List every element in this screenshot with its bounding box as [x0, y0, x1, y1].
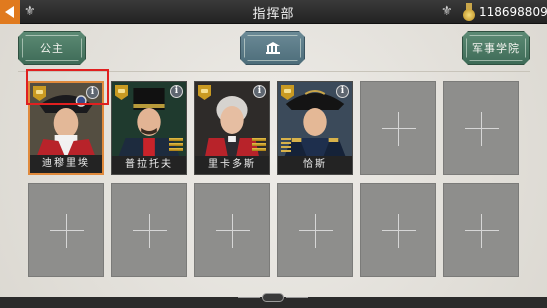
info-icon[interactable]: i — [253, 85, 266, 98]
building-icon — [266, 42, 280, 54]
general-name: 迪穆里埃 — [30, 155, 102, 173]
general-name: 恰斯 — [278, 156, 352, 174]
drawer-handle[interactable] — [237, 291, 309, 303]
currency-display[interactable]: 118698809 — [462, 1, 547, 23]
empty-slot[interactable] — [360, 81, 436, 175]
handle-knob-icon — [262, 292, 284, 302]
empty-slot[interactable] — [277, 183, 353, 277]
general-card-chas[interactable]: i 恰斯 — [277, 81, 353, 175]
insignia-icon — [281, 138, 291, 152]
military-academy-button[interactable]: 军事学院 — [462, 31, 530, 65]
coin-count: 118698809 — [479, 5, 547, 19]
general-name: 里卡多斯 — [195, 156, 269, 174]
empty-slot[interactable] — [194, 183, 270, 277]
medal-icon — [462, 3, 476, 21]
princess-button-label: 公主 — [40, 42, 64, 55]
general-name: 普拉托夫 — [112, 156, 186, 174]
fleur-icon: ⚜ — [24, 4, 36, 19]
headquarters-button[interactable] — [240, 31, 305, 65]
empty-slot[interactable] — [360, 183, 436, 277]
top-bar: ⚜ 指挥部 ⚜ 118698809 — [0, 0, 547, 24]
princess-button[interactable]: 公主 — [18, 31, 86, 65]
general-card-ricardos[interactable]: i 里卡多斯 — [194, 81, 270, 175]
general-card-dumouriez[interactable]: i 迪穆里埃 — [28, 81, 104, 175]
medals-icon — [252, 138, 266, 154]
empty-slot[interactable] — [443, 81, 519, 175]
back-arrow-icon[interactable] — [0, 0, 20, 24]
medals-icon — [169, 138, 183, 154]
info-icon[interactable]: i — [86, 86, 99, 99]
divider — [18, 71, 530, 72]
empty-slot[interactable] — [28, 183, 104, 277]
fleur-icon: ⚜ — [441, 4, 453, 19]
general-card-platov[interactable]: i 普拉托夫 — [111, 81, 187, 175]
empty-slot[interactable] — [111, 183, 187, 277]
military-academy-button-label: 军事学院 — [472, 42, 520, 55]
info-icon[interactable]: i — [336, 85, 349, 98]
info-icon[interactable]: i — [170, 85, 183, 98]
empty-slot[interactable] — [443, 183, 519, 277]
